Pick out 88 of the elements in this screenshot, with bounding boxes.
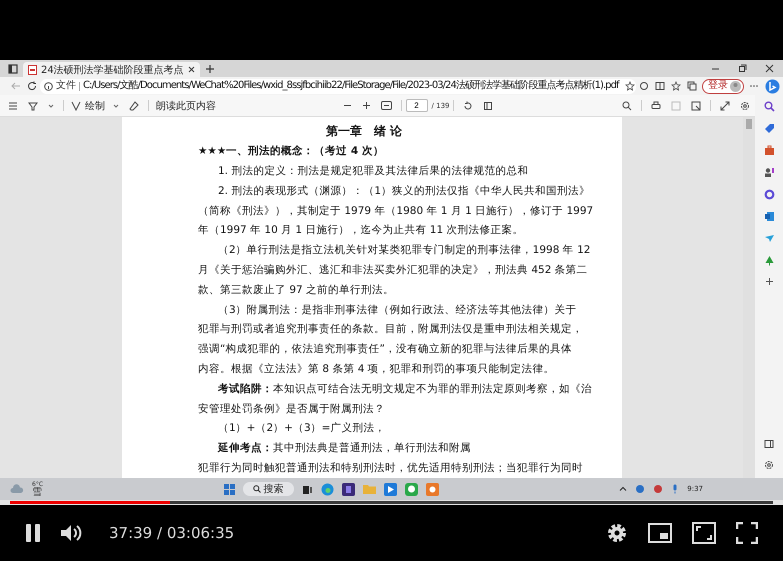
settings-icon[interactable] — [606, 522, 628, 544]
section-heading: ★★★一、刑法的概念：（考过 4 次） — [198, 144, 385, 159]
theater-mode-icon[interactable] — [692, 522, 716, 544]
windows-icon[interactable] — [224, 484, 235, 494]
caret-icon[interactable] — [113, 102, 119, 108]
draw-button[interactable]: 绘制 — [68, 98, 108, 112]
volume-icon[interactable] — [61, 524, 83, 542]
close-icon[interactable] — [765, 64, 774, 73]
new-tab-icon[interactable] — [204, 64, 215, 74]
toolbox-icon[interactable] — [764, 145, 774, 156]
progress-bar[interactable] — [10, 501, 773, 504]
text-line: 内容。根据《立法法》第 8 条第 4 项，犯罪和刑罚的事项只能制定法律。 — [198, 362, 555, 375]
text-line: 强调“构成犯罪的，依法追究刑事责任”，没有确立新的犯罪与法律后果的具体 — [198, 343, 572, 356]
eraser-icon[interactable] — [129, 100, 139, 110]
pause-icon[interactable] — [25, 524, 41, 542]
rotate-icon[interactable] — [463, 100, 474, 110]
weather-text: 雪 — [32, 488, 43, 498]
task-view-icon[interactable] — [302, 484, 313, 494]
playback-time: 37:39 / 03:06:35 — [109, 524, 234, 542]
avatar-icon — [730, 80, 741, 92]
close-icon[interactable] — [188, 66, 195, 73]
print-icon[interactable] — [651, 100, 662, 110]
search-icon — [252, 485, 261, 493]
page-view-icon[interactable] — [483, 100, 494, 110]
tray-app-icon[interactable] — [653, 484, 664, 494]
search-icon[interactable] — [622, 100, 632, 110]
text-line: （简称《刑法》），其制定于 1979 年（1980 年 1 月 1 日施行），修订于 1997 — [198, 204, 594, 217]
pen-icon — [71, 100, 81, 110]
star-add-icon[interactable] — [624, 81, 635, 91]
contents-icon[interactable] — [8, 100, 18, 110]
read-aloud-button[interactable]: 朗读此页内容 — [153, 98, 219, 112]
add-icon[interactable] — [764, 277, 774, 286]
maximize-icon[interactable] — [738, 64, 747, 73]
split-screen-icon[interactable] — [655, 81, 665, 91]
address-field[interactable]: 文件 C:/Users/文酷/Documents/WeChat%20Files/wxid_8ssjfbcihiib22/FileStorage/File/2023-03/24法硕刑法学基础阶段重点考点精析(1).pdf — [40, 78, 636, 94]
login-button[interactable]: 登录 — [702, 78, 744, 94]
highlight-icon[interactable] — [28, 100, 38, 110]
text-line: （2）单行刑法是指立法机关针对某类犯罪专门制定的刑事法律，1998 年 12 — [218, 244, 590, 256]
tag-icon[interactable] — [764, 123, 774, 134]
text-line: 犯罪与刑罚或者追究刑事责任的条款。目前，附属刑法仅是重申刑法相关规定， — [198, 323, 583, 336]
chat-logo-icon[interactable] — [765, 78, 780, 94]
text-line: 2. 刑法的表现形式（渊源）：（1）狭义的刑法仅指《中华人民共和国刑法》 — [218, 184, 590, 197]
app-icon[interactable] — [342, 482, 355, 496]
cloud-icon — [10, 484, 24, 494]
page-number-field[interactable]: 2 — [406, 99, 428, 112]
mail-icon[interactable] — [764, 211, 774, 222]
text-line: 1. 刑法的定义：刑法是规定犯罪及其法律后果的法律规范的总和 — [218, 165, 528, 177]
save-icon — [671, 100, 682, 110]
fullscreen-icon[interactable] — [736, 522, 758, 544]
caret-icon[interactable] — [48, 102, 54, 108]
app-icon[interactable] — [384, 482, 397, 496]
text-line: （1）+（2）+（3）=广义刑法， — [218, 422, 386, 434]
text-line: （3）附属刑法：是指非刑事法律（例如行政法、经济法等其他法律）关于 — [218, 304, 577, 316]
settings-icon[interactable] — [740, 100, 750, 110]
person-icon[interactable] — [764, 167, 774, 178]
ring-icon[interactable] — [764, 189, 774, 200]
text-line: 考试陷阱：本知识点可结合法无明文规定不为罪的罪刑法定原则考察，如《治 — [218, 382, 592, 395]
text-line: 延伸考点：其中刑法典是普通刑法，单行刑法和附属 — [218, 442, 471, 454]
paper-plane-icon[interactable] — [764, 233, 774, 244]
save-as-icon[interactable] — [691, 100, 702, 110]
settings-icon[interactable] — [764, 460, 774, 470]
browser-tab[interactable]: 24法硕刑法学基础阶段重点考点 — [23, 62, 200, 77]
fit-page-icon[interactable] — [380, 101, 392, 110]
expand-icon[interactable] — [720, 100, 730, 110]
tree-icon[interactable] — [764, 255, 774, 266]
url-text: C:/Users/文酷/Documents/WeChat%20Files/wxid_8ssjfbcihiib22/FileStorage/File/2023-03/24法硕刑法学基础阶段重点考点精析(1).pdf — [83, 80, 619, 92]
text-line: 犯罪行为同时触犯普通刑法和特别刑法时，优先适用特别刑法；当犯罪行为同时 — [198, 462, 583, 474]
text-line: 月《关于惩治骗购外汇、逃汇和非法买卖外汇犯罪的决定》，刑法典 452 条第二 — [198, 264, 588, 276]
scrollbar[interactable] — [743, 117, 755, 478]
info-icon — [44, 82, 53, 90]
zoom-in-icon[interactable] — [362, 101, 371, 110]
text-line: 安管理处罚条例》是否属于附属刑法？ — [198, 402, 385, 415]
scheme-label: 文件 — [56, 80, 76, 92]
search-icon[interactable] — [764, 101, 774, 112]
collections-icon[interactable] — [687, 81, 697, 91]
chevron-up-icon[interactable] — [619, 485, 628, 493]
text-line: 年（1997 年 10 月 1 日施行），迄今为止共有 11 次刑法修正案。 — [198, 224, 524, 236]
tray-app-icon[interactable] — [635, 484, 646, 494]
text-line: 款、第三款废止了 97 之前的单行刑法。 — [198, 284, 394, 296]
favorites-icon[interactable] — [671, 81, 681, 91]
sidebar-panel-icon[interactable] — [764, 439, 774, 449]
pdf-icon — [28, 64, 37, 74]
taskbar-search[interactable]: 搜索 — [242, 482, 294, 496]
chapter-title: 第一章 绪 论 — [325, 123, 404, 140]
chat-app-icon[interactable] — [404, 482, 418, 496]
miniplayer-icon[interactable] — [648, 523, 672, 543]
tab-actions-icon[interactable] — [8, 64, 18, 74]
microphone-icon[interactable] — [671, 484, 680, 494]
